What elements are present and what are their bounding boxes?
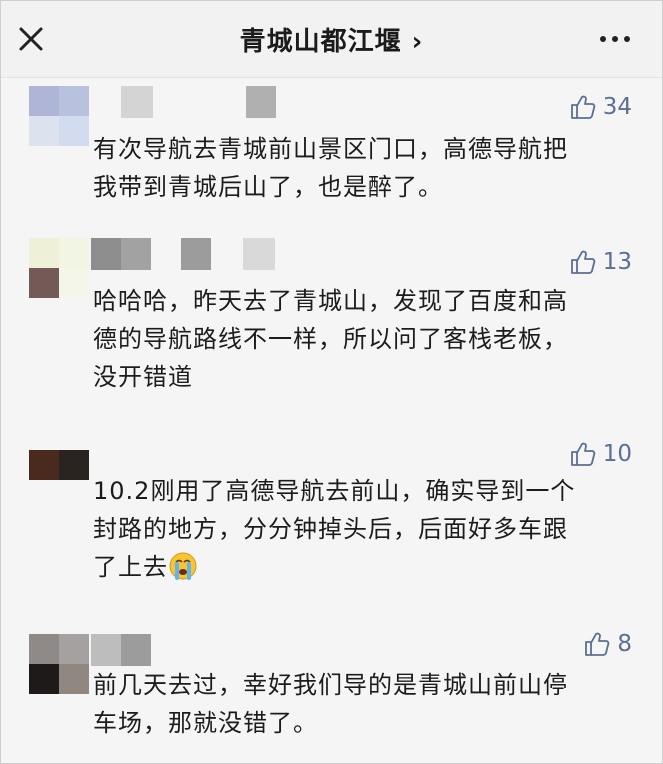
like-button[interactable]: 13 — [569, 248, 632, 276]
top-bar: 青城山都江堰 › — [1, 1, 662, 78]
comment-text-body: 10.2刚用了高德导航去前山，确实导到一个 封路的地方，分分钟掉头后，后面好多车… — [93, 477, 576, 581]
comment-page: 青城山都江堰 › 34 有次导航去青城前山景区门口，高德导航把 我带到青城后山了… — [0, 0, 663, 764]
comment-text: 有次导航去青城前山景区门口，高德导航把 我带到青城后山了，也是醉了。 — [93, 135, 568, 201]
chevron-right-icon: › — [411, 27, 424, 57]
comment-text: 哈哈哈，昨天去了青城山，发现了百度和高 德的导航路线不一样，所以问了客栈老板， … — [93, 287, 568, 391]
avatar[interactable] — [29, 238, 89, 298]
avatar[interactable] — [29, 86, 89, 146]
page-title[interactable]: 青城山都江堰 › — [1, 21, 662, 58]
like-button[interactable]: 34 — [569, 93, 632, 121]
like-button[interactable]: 8 — [583, 630, 632, 658]
comment-text: 前几天去过，幸好我们导的是青城山前山停 车场，那就没错了。 — [93, 671, 568, 737]
thumbs-up-icon — [570, 95, 596, 119]
thumbs-up-icon — [585, 632, 610, 656]
like-count: 13 — [602, 249, 632, 275]
like-count: 10 — [602, 441, 632, 467]
like-button[interactable]: 10 — [569, 440, 632, 468]
more-icon[interactable] — [598, 23, 632, 55]
thumbs-up-icon — [570, 250, 596, 274]
crying-face-icon — [169, 552, 197, 580]
thumbs-up-icon — [570, 442, 596, 466]
avatar[interactable] — [29, 634, 89, 694]
page-title-text: 青城山都江堰 — [239, 27, 402, 57]
like-count: 34 — [602, 94, 632, 120]
avatar[interactable] — [29, 450, 89, 510]
comment-text: 10.2刚用了高德导航去前山，确实导到一个 封路的地方，分分钟掉头后，后面好多车… — [93, 472, 633, 586]
comment-list: 34 有次导航去青城前山景区门口，高德导航把 我带到青城后山了，也是醉了。 13… — [1, 78, 662, 763]
like-count: 8 — [617, 631, 632, 657]
